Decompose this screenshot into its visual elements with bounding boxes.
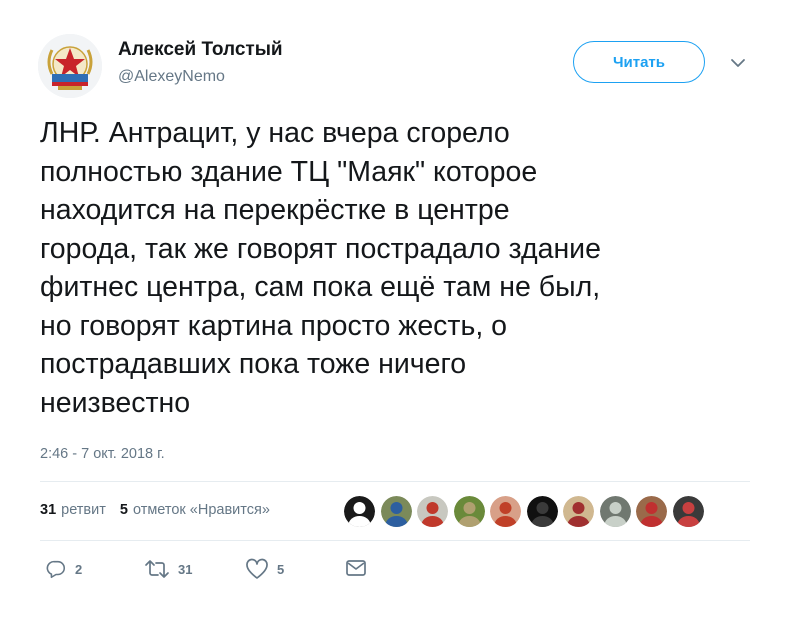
likes-stat[interactable]: 5 отметок «Нравится» <box>120 502 270 518</box>
retweet-icon <box>145 560 169 578</box>
like-count: 5 <box>277 561 285 577</box>
tweet-line: ЛНР. Антрацит, у нас вчера сгорело <box>40 117 510 149</box>
direct-message-button[interactable] <box>345 558 367 578</box>
retweets-label: ретвит <box>61 502 106 518</box>
liker-avatar-6[interactable] <box>526 496 558 527</box>
tweet-line: города, так же говорят пострадало здание <box>40 232 601 265</box>
tweet-text: ЛНР. Антрацит, у нас вчера сгорело полно… <box>40 114 780 422</box>
liker-avatar-9[interactable] <box>636 496 667 527</box>
divider <box>40 540 750 541</box>
liker-avatar-4[interactable] <box>453 496 485 527</box>
liker-avatar-3[interactable] <box>417 496 448 527</box>
author-display-name[interactable]: Алексей Толстый <box>118 39 283 61</box>
reply-icon <box>46 560 66 579</box>
liker-avatar-10[interactable] <box>672 496 704 527</box>
retweets-stat[interactable]: 31 ретвит <box>40 502 106 518</box>
tweet-stats: 31 ретвит 5 отметок «Нравится» <box>40 502 280 518</box>
liker-avatar-1[interactable] <box>344 496 375 527</box>
retweet-button[interactable]: 31 <box>144 558 192 580</box>
likes-count: 5 <box>119 502 128 518</box>
envelope-icon <box>346 560 366 576</box>
tweet-line: пострадавших пока тоже ничего <box>40 348 467 380</box>
lnr-emblem-image <box>38 34 102 98</box>
tweet-line: полностью здание ТЦ "Маяк" которое <box>40 155 538 188</box>
liker-avatar-2[interactable] <box>380 496 412 527</box>
divider <box>40 481 750 482</box>
like-button[interactable]: 5 <box>245 558 284 580</box>
liker-avatar-8[interactable] <box>599 496 631 527</box>
liker-avatars <box>344 496 704 527</box>
liker-avatar-5[interactable] <box>490 496 521 527</box>
reply-count: 2 <box>75 561 83 577</box>
more-options-button[interactable] <box>728 56 748 70</box>
author-handle[interactable]: @AlexeyNemo <box>118 68 225 86</box>
tweet-line: находится на перекрёстке в центре <box>40 194 510 226</box>
likes-label: отметок «Нравится» <box>132 502 270 518</box>
heart-icon <box>246 558 268 579</box>
reply-button[interactable]: 2 <box>45 558 82 580</box>
tweet-line: неизвестно <box>40 386 191 419</box>
retweet-count: 31 <box>178 561 193 577</box>
liker-avatar-7[interactable] <box>563 496 594 527</box>
tweet-line: но говорят картина просто жесть, о <box>40 309 508 342</box>
author-avatar[interactable] <box>38 34 102 98</box>
follow-button[interactable]: Читать <box>573 41 705 83</box>
retweets-count: 31 <box>40 502 57 518</box>
tweet-line: фитнес центра, сам пока ещё там не был, <box>40 271 601 303</box>
chevron-down-icon <box>731 59 745 67</box>
tweet-timestamp[interactable]: 2:46 - 7 окт. 2018 г. <box>40 446 165 462</box>
